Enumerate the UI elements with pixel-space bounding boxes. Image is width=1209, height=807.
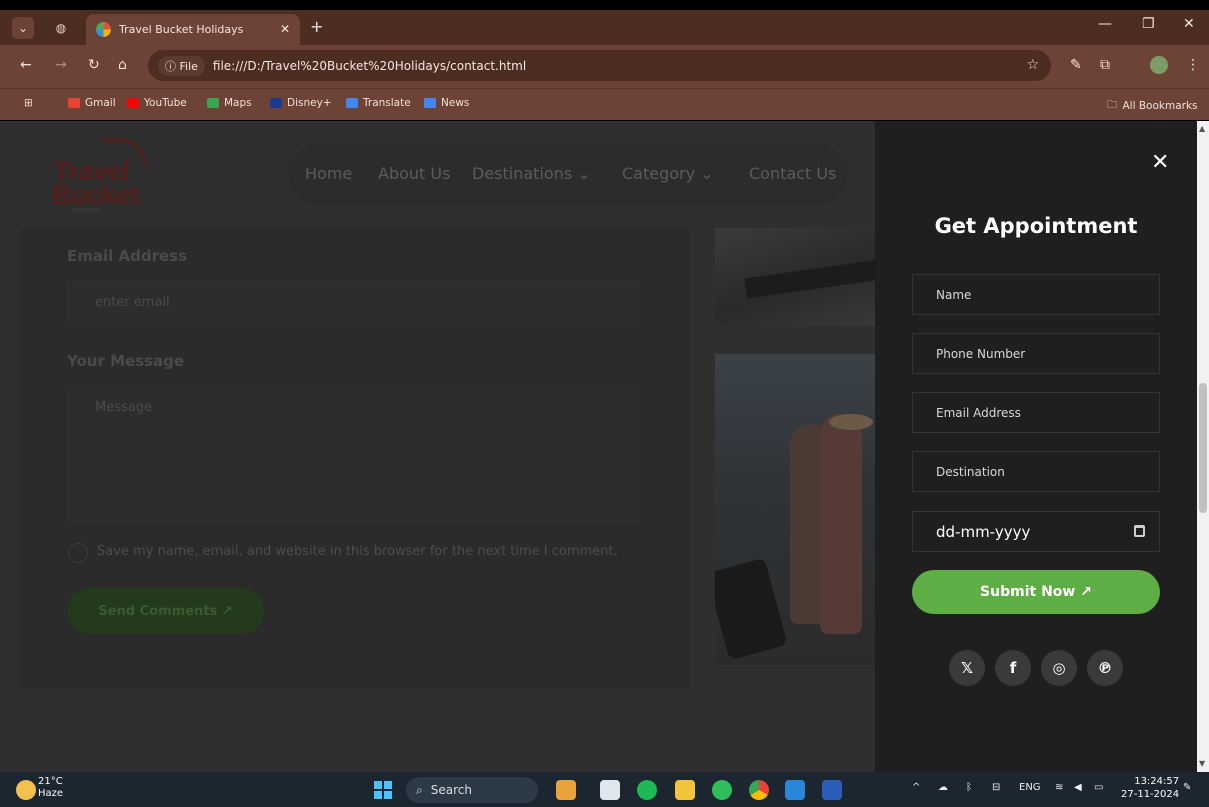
youtube-icon: [127, 98, 139, 108]
save-info-checkbox[interactable]: [68, 543, 88, 563]
site-favicon-icon: [96, 22, 111, 37]
scrollbar-thumb[interactable]: [1199, 383, 1207, 513]
disney-icon: [270, 98, 282, 108]
bookmark-disney[interactable]: Disney+: [270, 97, 332, 109]
nav-destinations[interactable]: Destinations ⌄: [472, 164, 591, 183]
bookmark-translate[interactable]: Translate: [346, 97, 411, 109]
close-icon[interactable]: ✕: [1151, 150, 1169, 175]
onedrive-icon[interactable]: ☁: [938, 782, 948, 793]
calendar-icon[interactable]: [1134, 525, 1145, 537]
site-info-chip[interactable]: ⓘ File: [158, 55, 205, 76]
nav-category[interactable]: Category ⌄: [622, 164, 714, 183]
tray-chevron-icon[interactable]: ^: [912, 782, 920, 793]
main-nav: Home About Us Destinations ⌄ Category ⌄ …: [288, 143, 848, 205]
office-photo: [715, 228, 875, 326]
menu-dots-icon[interactable]: ⋮: [1186, 57, 1200, 73]
window-close-button[interactable]: ✕: [1183, 16, 1195, 32]
message-textarea[interactable]: Message: [67, 386, 639, 522]
travelers-photo: [715, 354, 875, 665]
bookmarks-bar: ⊞ Gmail YouTube Maps Disney+ Translate N…: [0, 88, 1209, 120]
battery-icon[interactable]: ▭: [1094, 782, 1103, 793]
close-tab-icon[interactable]: ✕: [280, 22, 290, 36]
nav-home[interactable]: Home: [305, 164, 352, 183]
file-explorer-icon[interactable]: [675, 780, 695, 800]
browser-tab-bar: ⌄ ◍ Travel Bucket Holidays ✕ + — ❐ ✕: [0, 10, 1209, 45]
extensions-icon[interactable]: ⧉: [1100, 57, 1110, 73]
apps-grid-icon[interactable]: ⊞: [24, 97, 33, 109]
avatar[interactable]: [1150, 56, 1168, 74]
news-icon: [424, 98, 436, 108]
maps-icon: [207, 98, 219, 108]
nav-about[interactable]: About Us: [378, 164, 450, 183]
email-label: Email Address: [67, 247, 188, 265]
notification-icon[interactable]: ✎: [1183, 782, 1191, 793]
chrome-icon[interactable]: [749, 780, 769, 800]
destination-field[interactable]: Destination: [912, 451, 1160, 492]
site-logo[interactable]: Travel Bucket HOLIDAYS: [52, 138, 147, 214]
tab-search-button[interactable]: ⌄: [12, 17, 34, 39]
word-icon[interactable]: [822, 780, 842, 800]
weather-widget[interactable]: 21°C Haze: [38, 776, 63, 800]
folder-icon: 🗀: [1107, 99, 1118, 111]
scroll-up-icon[interactable]: ▲: [1199, 124, 1205, 133]
url-text: file:///D:/Travel%20Bucket%20Holidays/co…: [212, 58, 527, 73]
bookmark-news[interactable]: News: [424, 97, 469, 109]
all-bookmarks[interactable]: 🗀 All Bookmarks: [1107, 97, 1198, 115]
message-label: Your Message: [67, 352, 185, 370]
facebook-icon[interactable]: f: [995, 650, 1031, 686]
restore-button[interactable]: ❐: [1142, 16, 1155, 32]
page-scrollbar[interactable]: ▲ ▼: [1197, 121, 1209, 772]
back-icon[interactable]: ←: [20, 57, 32, 73]
save-info-label: Save my name, email, and website in this…: [97, 544, 618, 559]
volume-icon[interactable]: ◀: [1074, 782, 1082, 793]
bookmark-youtube[interactable]: YouTube: [127, 97, 187, 109]
reload-icon[interactable]: ↻: [88, 57, 100, 73]
minimize-button[interactable]: —: [1098, 16, 1112, 32]
taskbar-search[interactable]: ⌕ Search: [406, 777, 538, 803]
date-field[interactable]: dd-mm-yyyy: [912, 511, 1160, 552]
nav-contact[interactable]: Contact Us: [749, 164, 836, 183]
email-field-panel[interactable]: Email Address: [912, 392, 1160, 433]
pinterest-icon[interactable]: ℗: [1087, 650, 1123, 686]
translate-icon: [346, 98, 358, 108]
search-icon: ⌕: [416, 782, 423, 797]
home-icon[interactable]: ⌂: [118, 57, 127, 73]
send-comments-button[interactable]: Send Comments ↗: [67, 588, 264, 634]
language-indicator[interactable]: ENG: [1019, 782, 1041, 793]
start-button[interactable]: [374, 781, 392, 799]
display-icon[interactable]: ⊟: [992, 782, 1000, 793]
new-tab-button[interactable]: +: [310, 17, 323, 36]
address-bar[interactable]: ⓘ File file:///D:/Travel%20Bucket%20Holi…: [148, 50, 1051, 81]
whatsapp-icon[interactable]: [712, 780, 732, 800]
name-field[interactable]: Name: [912, 274, 1160, 315]
wifi-icon[interactable]: ≋: [1055, 782, 1063, 793]
spotify-icon[interactable]: [637, 780, 657, 800]
bookmark-gmail[interactable]: Gmail: [68, 97, 116, 109]
vscode-icon[interactable]: [785, 780, 805, 800]
profile-icon[interactable]: ◍: [50, 17, 72, 39]
browser-tab[interactable]: Travel Bucket Holidays ✕: [86, 14, 300, 45]
appointment-title: Get Appointment: [934, 214, 1138, 238]
system-clock[interactable]: 13:24:57 27-11-2024: [1121, 775, 1179, 801]
task-view-icon[interactable]: [600, 780, 620, 800]
submit-button[interactable]: Submit Now ↗: [912, 570, 1160, 614]
instagram-icon[interactable]: ◎: [1041, 650, 1077, 686]
forward-icon[interactable]: →: [55, 57, 67, 73]
windows-taskbar: 21°C Haze ⌕ Search ^ ☁ ᛒ ⊟ ENG ≋ ◀ ▭ 13:2…: [0, 772, 1209, 807]
bookmark-maps[interactable]: Maps: [207, 97, 252, 109]
bookmark-star-icon[interactable]: ☆: [1026, 57, 1039, 73]
weather-icon[interactable]: [16, 780, 36, 800]
browser-toolbar: ← → ↻ ⌂ ⓘ File file:///D:/Travel%20Bucke…: [0, 45, 1209, 88]
widgets-icon[interactable]: [556, 780, 576, 800]
gmail-icon: [68, 98, 80, 108]
bluetooth-icon[interactable]: ᛒ: [966, 782, 972, 793]
email-field[interactable]: enter email: [67, 280, 639, 326]
twitter-icon[interactable]: 𝕏: [949, 650, 985, 686]
tab-title: Travel Bucket Holidays: [119, 23, 244, 36]
scroll-down-icon[interactable]: ▼: [1199, 759, 1205, 768]
edit-icon[interactable]: ✎: [1070, 57, 1082, 73]
phone-field[interactable]: Phone Number: [912, 333, 1160, 374]
